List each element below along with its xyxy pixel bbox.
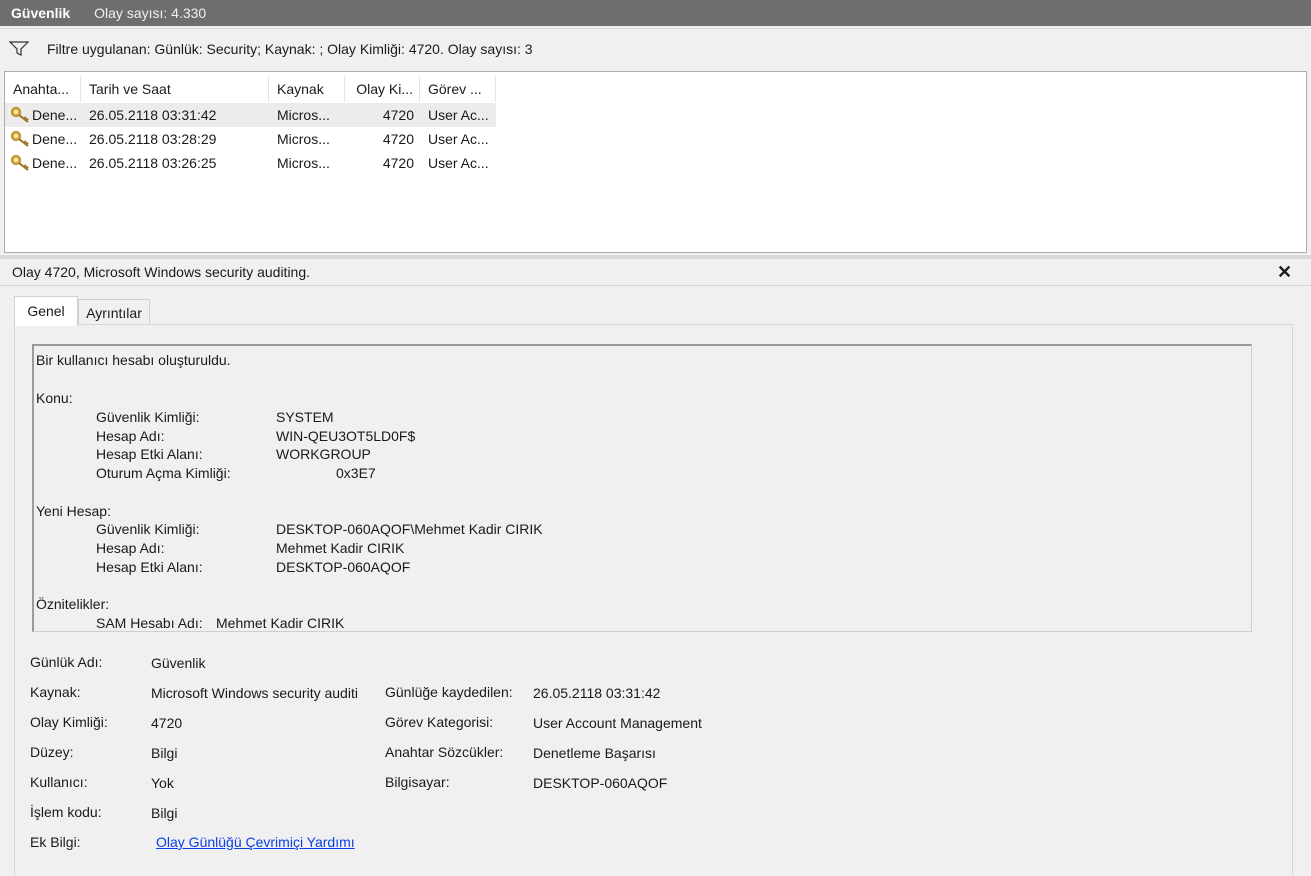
- table-row[interactable]: Dene... 26.05.2118 03:26:25 Micros... 47…: [5, 151, 496, 175]
- column-header-task[interactable]: Görev ...: [420, 76, 496, 102]
- column-header-keywords[interactable]: Anahta...: [5, 76, 81, 102]
- log-name: Güvenlik: [11, 5, 71, 21]
- log-name-value: Güvenlik: [151, 655, 206, 671]
- log-name-label: Günlük Adı:: [30, 654, 103, 670]
- event-count: Olay sayısı: 4.330: [94, 5, 207, 21]
- row-keyword: Dene...: [32, 155, 78, 171]
- level-value: Bilgi: [151, 745, 178, 761]
- column-header-source[interactable]: Kaynak: [269, 76, 345, 102]
- attributes-heading: Öznitelikler:: [36, 596, 110, 612]
- row-event-id: 4720: [382, 107, 414, 123]
- more-info-label: Ek Bilgi:: [30, 834, 81, 850]
- column-header-event-id[interactable]: Olay Ki...: [345, 76, 420, 102]
- computer-value: DESKTOP-060AQOF: [533, 775, 668, 791]
- subject-sid-label: Güvenlik Kimliği:: [96, 409, 200, 425]
- event-id-value: 4720: [151, 715, 183, 731]
- row-task: User Ac...: [428, 155, 489, 171]
- funnel-icon: [9, 41, 29, 56]
- subject-logon-id-value: 0x3E7: [336, 465, 376, 481]
- event-list[interactable]: Anahta... Tarih ve Saat Kaynak Olay Ki..…: [4, 71, 1307, 253]
- user-value: Yok: [151, 775, 174, 791]
- source-label: Kaynak:: [30, 684, 81, 700]
- level-label: Düzey:: [30, 744, 74, 760]
- row-source: Micros...: [277, 107, 330, 123]
- key-icon: [11, 131, 29, 147]
- row-source: Micros...: [277, 155, 330, 171]
- row-keyword: Dene...: [32, 131, 78, 147]
- pane-splitter[interactable]: [0, 255, 1311, 259]
- row-keyword: Dene...: [32, 107, 78, 123]
- table-row[interactable]: Dene... 26.05.2118 03:31:42 Micros... 47…: [5, 103, 496, 127]
- new-account-heading: Yeni Hesap:: [36, 503, 111, 519]
- key-icon: [11, 107, 29, 123]
- divider: [0, 285, 1311, 286]
- sam-name-label: SAM Hesabı Adı:: [96, 615, 203, 631]
- new-sid-value: DESKTOP-060AQOF\Mehmet Kadir CIRIK: [276, 521, 543, 537]
- new-domain-label: Hesap Etki Alanı:: [96, 559, 203, 575]
- list-header: Anahta... Tarih ve Saat Kaynak Olay Ki..…: [5, 76, 496, 102]
- filter-bar: Filtre uygulanan: Günlük: Security; Kayn…: [0, 28, 1311, 69]
- subject-domain-value: WORKGROUP: [276, 446, 371, 462]
- close-icon[interactable]: ✕: [1277, 262, 1292, 283]
- source-value: Microsoft Windows security auditi: [151, 685, 358, 701]
- subject-account-value: WIN-QEU3OT5LD0F$: [276, 428, 416, 444]
- column-header-datetime[interactable]: Tarih ve Saat: [81, 76, 269, 102]
- event-message-box[interactable]: Bir kullanıcı hesabı oluşturuldu. Konu: …: [32, 344, 1252, 632]
- row-event-id: 4720: [382, 155, 414, 171]
- event-detail-title: Olay 4720, Microsoft Windows security au…: [12, 264, 311, 280]
- opcode-value: Bilgi: [151, 805, 178, 821]
- table-row[interactable]: Dene... 26.05.2118 03:28:29 Micros... 47…: [5, 127, 496, 151]
- subject-logon-id-label: Oturum Açma Kimliği:: [96, 465, 231, 481]
- sam-name-value: Mehmet Kadir CIRIK: [216, 615, 345, 631]
- logged-label: Günlüğe kaydedilen:: [385, 684, 513, 700]
- row-datetime: 26.05.2118 03:31:42: [89, 107, 217, 123]
- row-task: User Ac...: [428, 107, 489, 123]
- new-domain-value: DESKTOP-060AQOF: [276, 559, 411, 575]
- new-account-value: Mehmet Kadir CIRIK: [276, 540, 405, 556]
- online-help-link[interactable]: Olay Günlüğü Çevrimiçi Yardımı: [156, 834, 355, 850]
- tab-general[interactable]: Genel: [14, 296, 78, 326]
- new-sid-label: Güvenlik Kimliği:: [96, 521, 200, 537]
- log-title-bar: Güvenlik Olay sayısı: 4.330: [0, 0, 1311, 26]
- event-id-label: Olay Kimliği:: [30, 714, 108, 730]
- tab-details[interactable]: Ayrıntılar: [78, 299, 150, 324]
- keywords-value: Denetleme Başarısı: [533, 745, 656, 761]
- task-category-label: Görev Kategorisi:: [385, 714, 494, 730]
- computer-label: Bilgisayar:: [385, 774, 450, 790]
- message-summary: Bir kullanıcı hesabı oluşturuldu.: [36, 352, 231, 368]
- row-datetime: 26.05.2118 03:28:29: [89, 131, 217, 147]
- row-event-id: 4720: [382, 131, 414, 147]
- row-task: User Ac...: [428, 131, 489, 147]
- subject-sid-value: SYSTEM: [276, 409, 334, 425]
- subject-account-label: Hesap Adı:: [96, 428, 165, 444]
- logged-value: 26.05.2118 03:31:42: [533, 685, 661, 701]
- subject-domain-label: Hesap Etki Alanı:: [96, 446, 203, 462]
- user-label: Kullanıcı:: [30, 774, 88, 790]
- key-icon: [11, 155, 29, 171]
- filter-description: Filtre uygulanan: Günlük: Security; Kayn…: [47, 41, 533, 57]
- subject-heading: Konu:: [36, 390, 73, 406]
- new-account-label: Hesap Adı:: [96, 540, 165, 556]
- row-datetime: 26.05.2118 03:26:25: [89, 155, 217, 171]
- keywords-label: Anahtar Sözcükler:: [385, 744, 504, 760]
- task-category-value: User Account Management: [533, 715, 702, 731]
- opcode-label: İşlem kodu:: [30, 804, 102, 820]
- row-source: Micros...: [277, 131, 330, 147]
